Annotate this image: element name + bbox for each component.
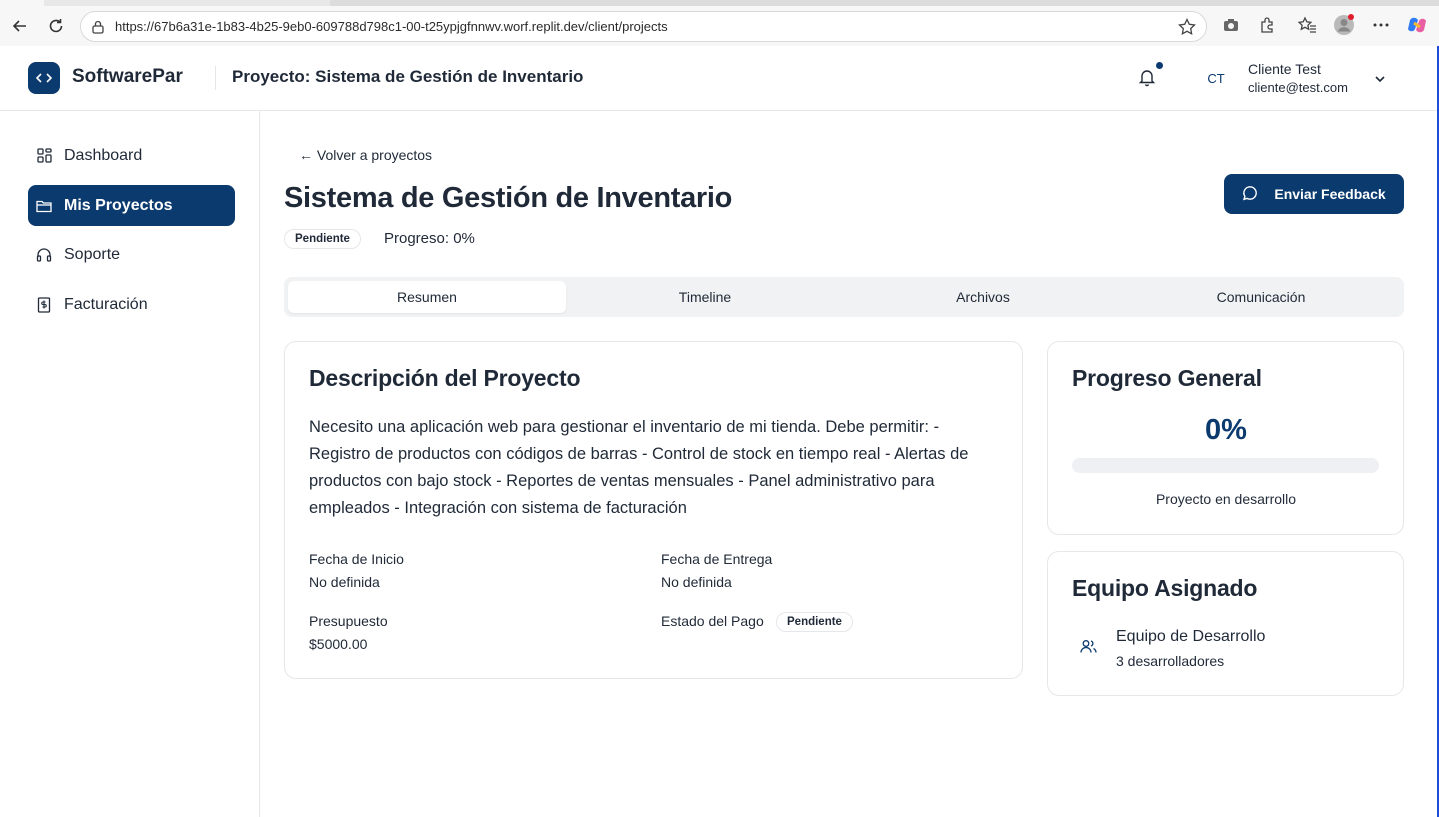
folder-icon xyxy=(36,198,52,214)
budget-value: $5000.00 xyxy=(309,636,368,652)
headphones-icon xyxy=(36,247,52,263)
tab-comunicacion[interactable]: Comunicación xyxy=(1122,281,1400,313)
sidebar-item-label: Facturación xyxy=(64,295,148,313)
bell-icon[interactable] xyxy=(1137,67,1157,91)
chat-bubble-icon xyxy=(1242,185,1258,204)
app-header: SoftwarePar Proyecto: Sistema de Gestión… xyxy=(0,46,1437,111)
url-text[interactable]: https://67b6a31e-1b83-4b25-9eb0-609788d7… xyxy=(115,19,668,34)
profile-avatar-icon[interactable] xyxy=(1333,14,1355,36)
back-arrow-icon[interactable] xyxy=(8,14,32,38)
favorite-star-icon[interactable] xyxy=(1177,17,1197,41)
tab-timeline[interactable]: Timeline xyxy=(566,281,844,313)
delivery-date-value: No definida xyxy=(661,574,732,590)
sidebar-item-soporte[interactable]: Soporte xyxy=(28,234,235,275)
team-name: Equipo de Desarrollo xyxy=(1116,628,1266,645)
extensions-icon[interactable] xyxy=(1256,14,1278,36)
avatar[interactable]: CT xyxy=(1200,64,1232,92)
camera-icon[interactable] xyxy=(1220,14,1242,36)
project-tabs: Resumen Timeline Archivos Comunicación xyxy=(284,277,1404,317)
code-icon xyxy=(36,73,52,83)
header-title: Proyecto: Sistema de Gestión de Inventar… xyxy=(232,67,584,86)
sidebar-item-dashboard[interactable]: Dashboard xyxy=(28,135,235,176)
sidebar-item-label: Soporte xyxy=(64,245,121,263)
grid-icon xyxy=(36,148,52,164)
chevron-down-icon[interactable] xyxy=(1373,71,1387,90)
receipt-icon xyxy=(36,296,52,313)
progress-card: Progreso General 0% Proyecto en desarrol… xyxy=(1047,341,1404,535)
progress-percent: 0% xyxy=(1205,414,1247,446)
header-divider xyxy=(215,66,216,90)
browser-toolbar: https://67b6a31e-1b83-4b25-9eb0-609788d7… xyxy=(0,0,1439,46)
sidebar-item-mis-proyectos[interactable]: Mis Proyectos xyxy=(28,185,235,226)
user-email[interactable]: cliente@test.com xyxy=(1248,80,1348,95)
tab-strip xyxy=(0,0,1439,6)
more-menu-icon[interactable] xyxy=(1370,14,1392,36)
tab-stub xyxy=(0,0,44,6)
sidebar-item-label: Dashboard xyxy=(64,146,143,164)
tab-strip-shade xyxy=(330,0,1439,6)
budget-label: Presupuesto xyxy=(309,613,388,629)
sidebar-item-facturacion[interactable]: Facturación xyxy=(28,284,235,325)
notification-dot xyxy=(1156,62,1163,69)
delivery-date-label: Fecha de Entrega xyxy=(661,551,773,567)
start-date-value: No definida xyxy=(309,574,380,590)
brand-logo[interactable] xyxy=(28,62,60,94)
copilot-icon[interactable] xyxy=(1406,14,1428,36)
payment-status-label: Estado del Pago xyxy=(661,613,764,629)
send-feedback-label: Enviar Feedback xyxy=(1274,186,1386,202)
progress-caption: Proyecto en desarrollo xyxy=(1155,491,1297,507)
user-name[interactable]: Cliente Test xyxy=(1248,61,1321,77)
description-text: Necesito una aplicación web para gestion… xyxy=(309,418,969,517)
tab-archivos[interactable]: Archivos xyxy=(844,281,1122,313)
sidebar: Dashboard Mis Proyectos Soporte Facturac… xyxy=(0,111,260,817)
status-badge: Pendiente xyxy=(284,229,361,249)
favorites-list-icon[interactable] xyxy=(1296,14,1318,36)
team-card-title: Equipo Asignado xyxy=(1072,575,1258,601)
sidebar-item-label: Mis Proyectos xyxy=(64,196,173,214)
reload-icon[interactable] xyxy=(44,14,68,38)
send-feedback-button[interactable]: Enviar Feedback xyxy=(1224,174,1404,214)
users-icon xyxy=(1080,639,1097,658)
brand-name[interactable]: SoftwarePar xyxy=(72,66,183,88)
team-card: Equipo Asignado Equipo de Desarrollo 3 d… xyxy=(1047,551,1404,696)
progress-label: Progreso: 0% xyxy=(384,230,475,247)
progress-bar xyxy=(1072,458,1379,473)
description-card: Descripción del Proyecto Necesito una ap… xyxy=(284,341,1023,679)
page-title: Sistema de Gestión de Inventario xyxy=(284,182,733,214)
site-info-icon[interactable] xyxy=(90,19,106,39)
start-date-label: Fecha de Inicio xyxy=(309,551,404,567)
payment-status-badge: Pendiente xyxy=(776,612,853,632)
tab-resumen[interactable]: Resumen xyxy=(288,281,566,313)
back-to-projects-link[interactable]: ← Volver a proyectos xyxy=(299,147,432,163)
team-count: 3 desarrolladores xyxy=(1116,653,1225,669)
description-title: Descripción del Proyecto xyxy=(309,365,581,391)
address-bar[interactable]: https://67b6a31e-1b83-4b25-9eb0-609788d7… xyxy=(80,11,1207,42)
progress-card-title: Progreso General xyxy=(1072,365,1262,391)
